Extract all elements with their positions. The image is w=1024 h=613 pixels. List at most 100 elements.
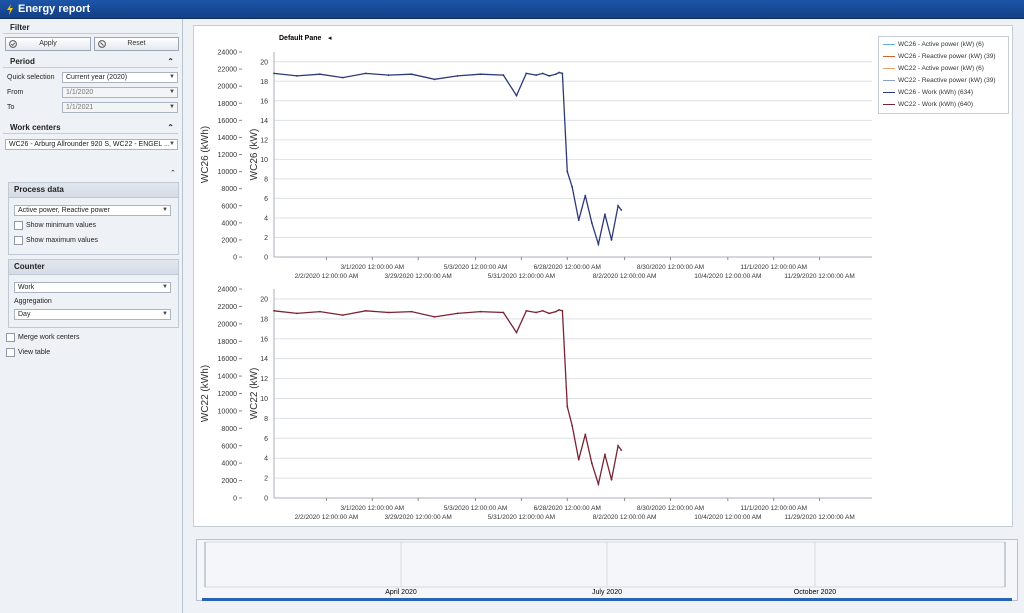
data-point bbox=[561, 72, 564, 75]
y-tick-label: 18000 bbox=[218, 101, 238, 108]
legend-item[interactable]: WC22 - Work (kWh) (640) bbox=[883, 101, 973, 111]
data-point bbox=[479, 73, 482, 76]
data-point bbox=[566, 405, 569, 408]
y-tick-label: 6000 bbox=[221, 203, 237, 210]
data-point bbox=[341, 76, 344, 79]
x-tick-label: 8/30/2020 12:00:00 AM bbox=[637, 264, 704, 271]
legend-item[interactable]: WC26 - Work (kWh) (634) bbox=[883, 89, 973, 99]
legend-item[interactable]: WC22 - Active power (kW) (6) bbox=[883, 65, 984, 75]
x-tick-label: 2/2/2020 12:00:00 AM bbox=[295, 514, 359, 521]
y2-tick-label: 2 bbox=[264, 476, 268, 483]
y2-tick-label: 6 bbox=[264, 196, 268, 203]
y2-tick-label: 18 bbox=[260, 79, 268, 86]
data-point bbox=[502, 311, 505, 314]
data-point bbox=[571, 186, 574, 188]
x-tick-label: 3/1/2020 12:00:00 AM bbox=[340, 505, 404, 512]
legend-label: WC26 - Reactive power (kW) (39) bbox=[898, 53, 996, 60]
y-tick-label: 24000 bbox=[218, 287, 238, 294]
y2-axis-title: WC22 (kW) bbox=[249, 368, 260, 420]
y-axis-title: WC22 (kWh) bbox=[200, 365, 211, 422]
data-point bbox=[410, 73, 413, 76]
y2-tick-label: 0 bbox=[264, 255, 268, 262]
data-point bbox=[296, 312, 298, 315]
x-tick-label: 3/29/2020 12:00:00 AM bbox=[385, 514, 452, 521]
legend-item[interactable]: WC26 - Active power (kW) (6) bbox=[883, 41, 984, 51]
legend-swatch bbox=[883, 79, 895, 81]
data-point bbox=[318, 73, 321, 76]
data-point bbox=[456, 75, 459, 77]
range-navigator[interactable]: April 2020 July 2020 October 2020 bbox=[196, 539, 1018, 601]
y-tick-label: 0 bbox=[233, 496, 237, 503]
data-point bbox=[617, 444, 619, 447]
x-tick-label: 2/2/2020 12:00:00 AM bbox=[295, 273, 359, 280]
data-point bbox=[548, 312, 551, 315]
data-point bbox=[341, 314, 344, 317]
data-point bbox=[566, 170, 569, 173]
legend-label: WC22 - Work (kWh) (640) bbox=[898, 101, 973, 108]
navigator-plot bbox=[204, 541, 1006, 588]
legend-item[interactable]: WC26 - Reactive power (kW) (39) bbox=[883, 53, 996, 63]
y2-tick-label: 14 bbox=[260, 118, 268, 125]
y-tick-label: 2000 bbox=[221, 478, 237, 485]
data-point bbox=[620, 209, 623, 211]
pane-arrow-icon[interactable]: ◂ bbox=[328, 35, 332, 42]
chart-wc26: 0200040006000800010000120001400016000180… bbox=[200, 50, 872, 280]
data-point bbox=[571, 424, 574, 427]
data-point bbox=[597, 483, 600, 485]
x-tick-label: 5/3/2020 12:00:00 AM bbox=[444, 505, 508, 512]
y-tick-label: 12000 bbox=[218, 391, 238, 398]
legend-item[interactable]: WC22 - Reactive power (kW) (39) bbox=[883, 77, 996, 87]
data-point bbox=[535, 74, 538, 76]
y2-axis-title: WC26 (kW) bbox=[249, 129, 260, 181]
y2-tick-label: 10 bbox=[260, 157, 268, 164]
navigator-scrollbar[interactable] bbox=[202, 598, 1012, 601]
data-point bbox=[433, 78, 436, 81]
data-point bbox=[617, 204, 619, 207]
y-tick-label: 24000 bbox=[218, 50, 238, 57]
y2-tick-label: 18 bbox=[260, 316, 268, 323]
data-point bbox=[535, 311, 538, 314]
x-tick-label: 3/1/2020 12:00:00 AM bbox=[340, 264, 404, 271]
data-point bbox=[541, 309, 544, 312]
y-axis-title: WC26 (kWh) bbox=[200, 126, 211, 183]
y2-tick-label: 12 bbox=[260, 137, 268, 144]
data-point bbox=[610, 239, 613, 241]
y-tick-label: 22000 bbox=[218, 67, 238, 74]
data-point bbox=[584, 433, 587, 436]
data-point bbox=[577, 458, 580, 461]
y2-tick-label: 20 bbox=[260, 59, 268, 66]
y2-tick-label: 4 bbox=[264, 456, 268, 463]
data-point bbox=[558, 71, 560, 74]
navigator-label: October 2020 bbox=[794, 589, 837, 596]
data-point bbox=[590, 221, 593, 224]
y2-tick-label: 4 bbox=[264, 215, 268, 222]
y-tick-label: 10000 bbox=[218, 408, 238, 415]
y-tick-label: 4000 bbox=[221, 461, 237, 468]
data-point bbox=[479, 310, 482, 313]
data-point bbox=[558, 309, 560, 311]
charts-svg: Default Pane ◂ 0200040006000800010000120… bbox=[200, 35, 872, 521]
legend-swatch bbox=[883, 43, 895, 45]
x-tick-label: 10/4/2020 12:00:00 AM bbox=[694, 514, 761, 521]
y-tick-label: 6000 bbox=[221, 443, 237, 450]
legend-swatch bbox=[883, 103, 895, 105]
chart-legend: WC26 - Active power (kW) (6) WC26 - Reac… bbox=[878, 36, 1009, 114]
data-point bbox=[561, 309, 564, 312]
data-point bbox=[387, 74, 390, 76]
pane-title[interactable]: Default Pane bbox=[279, 35, 322, 42]
y-tick-label: 8000 bbox=[221, 186, 237, 193]
y2-tick-label: 16 bbox=[260, 98, 268, 105]
x-tick-label: 3/29/2020 12:00:00 AM bbox=[385, 273, 452, 280]
legend-swatch bbox=[883, 91, 895, 93]
y2-tick-label: 8 bbox=[264, 176, 268, 183]
x-tick-label: 11/29/2020 12:00:00 AM bbox=[784, 514, 854, 521]
y-tick-label: 20000 bbox=[218, 321, 238, 328]
x-tick-label: 11/29/2020 12:00:00 AM bbox=[784, 273, 854, 280]
x-tick-label: 8/2/2020 12:00:00 AM bbox=[593, 273, 657, 280]
data-point bbox=[364, 309, 367, 312]
y2-tick-label: 20 bbox=[260, 296, 268, 303]
y-tick-label: 0 bbox=[233, 255, 237, 262]
x-tick-label: 5/3/2020 12:00:00 AM bbox=[444, 264, 508, 271]
data-point bbox=[318, 310, 321, 313]
y2-tick-label: 2 bbox=[264, 235, 268, 242]
